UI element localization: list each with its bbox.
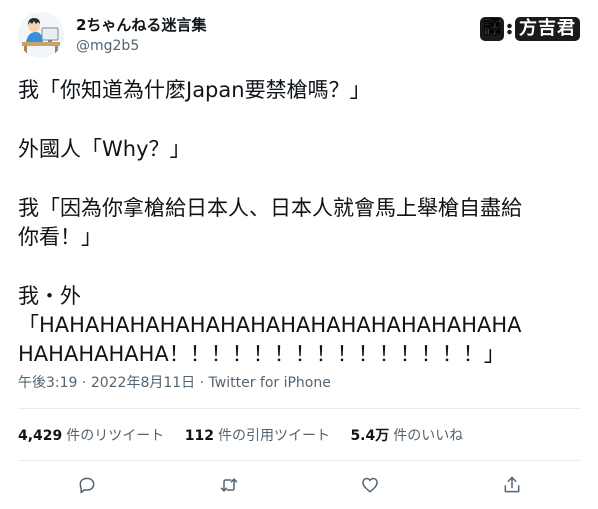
tweet-line: 我「因為你拿槍給日本人、日本人就會馬上舉槍自盡給	[18, 196, 522, 220]
quotes-label: 件の引用ツイート	[217, 428, 330, 444]
tweet-line: 你看！」	[18, 225, 102, 249]
likes-label: 件のいいね	[393, 428, 464, 444]
retweet-icon	[220, 478, 238, 492]
watermark-translator-name: 方吉君	[515, 17, 580, 41]
tweet-text: 我「你知道為什麽Japan要禁槍嗎？」 外國人「Why？」 我「因為你拿槍給日本…	[18, 76, 578, 369]
retweets-label: 件のリツイート	[66, 428, 165, 444]
reply-icon	[79, 477, 95, 494]
quotes-count: 112	[184, 428, 214, 444]
author-display-name[interactable]: 2ちゃんねる迷言集	[76, 15, 206, 35]
tweet-line: 我「你知道為什麽Japan要禁槍嗎？」	[18, 78, 371, 102]
avatar[interactable]	[18, 12, 64, 58]
likes-count: 5.4万	[350, 428, 390, 444]
heart-icon	[362, 477, 378, 493]
quotes-stat[interactable]: 112 件の引用ツイート	[185, 426, 330, 446]
tweet-line: 我・外	[18, 284, 81, 308]
tweet-header: 2ちゃんねる迷言集 @mg2b5 譯 方吉君	[18, 12, 580, 60]
meta-separator: ·	[77, 375, 91, 391]
tweet-time[interactable]: 午後3:19	[18, 375, 77, 391]
share-icon	[504, 476, 520, 493]
avatar-illustration-icon	[18, 12, 64, 58]
likes-stat[interactable]: 5.4万 件のいいね	[350, 426, 463, 446]
tweet-line: HAHAHAHAHA！！！！！！！！！！！！！！！」	[18, 342, 505, 366]
divider	[18, 460, 580, 461]
tweet-date[interactable]: 2022年8月11日	[91, 375, 195, 391]
watermark-translate-label: 譯	[480, 17, 504, 41]
tweet-source[interactable]: Twitter for iPhone	[209, 375, 331, 391]
tweet-line: 外國人「Why？」	[18, 137, 191, 161]
watermark-separator	[506, 23, 513, 35]
retweets-count: 4,429	[18, 428, 63, 444]
like-button[interactable]	[358, 473, 382, 497]
meta-separator: ·	[195, 375, 209, 391]
tweet-stats: 4,429 件のリツイート 112 件の引用ツイート 5.4万 件のいいね	[18, 426, 479, 446]
retweets-stat[interactable]: 4,429 件のリツイート	[18, 426, 164, 446]
tweet-timestamp: 午後3:19 · 2022年8月11日 · Twitter for iPhone	[18, 373, 331, 393]
share-button[interactable]	[500, 473, 524, 497]
tweet-actions	[18, 473, 580, 497]
divider	[18, 408, 580, 409]
retweet-button[interactable]	[217, 473, 241, 497]
tweet-line: 「HAHAHAHAHAHAHAHAHAHAHAHAHAHAHAHA	[18, 313, 522, 337]
author-handle[interactable]: @mg2b5	[76, 36, 139, 56]
reply-button[interactable]	[75, 473, 99, 497]
translator-watermark: 譯 方吉君	[480, 16, 580, 42]
